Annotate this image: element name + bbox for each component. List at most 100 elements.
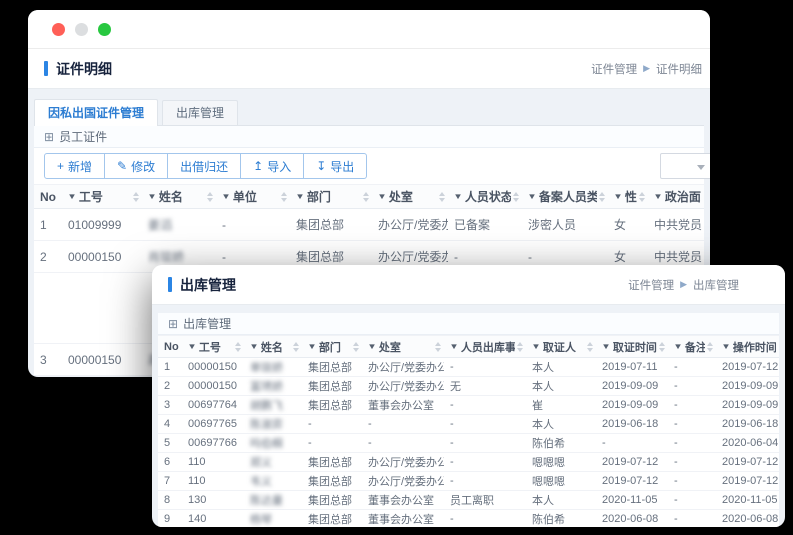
add-button[interactable]: + 新增 <box>44 153 106 179</box>
filter-icon[interactable]: ▼ <box>532 342 541 351</box>
sort-icon[interactable] <box>659 341 665 352</box>
column-header-danwei[interactable]: ▼ 单位 <box>216 184 290 209</box>
table-row[interactable]: 6110郑义集团总部办公厅/党委办公室-嗯嗯嗯2019-07-12-2019-0… <box>158 452 779 472</box>
cell-quzhengren: 本人 <box>526 357 596 377</box>
page-title-text: 证件明细 <box>56 60 112 77</box>
minimize-button[interactable] <box>75 22 88 36</box>
cell-chuku-shiyou: - <box>444 471 526 491</box>
cell-beizhu: - <box>668 357 716 377</box>
chevron-down-icon <box>697 165 705 170</box>
sort-icon[interactable] <box>133 191 139 202</box>
cell-no: 2 <box>34 240 62 273</box>
page-header: 出库管理 证件管理 ▶ 出库管理 <box>152 265 785 305</box>
page-size-select[interactable] <box>660 153 710 179</box>
filter-icon[interactable]: ▼ <box>654 192 663 201</box>
cell-caozuo-shijian: 2019-09-09 <box>716 376 779 396</box>
table-row[interactable]: 5 00697766 吗伯㭎 - - - 陈伯希 - -2020-06-04 <box>158 433 779 453</box>
cell-quzhengren: 陈伯希 <box>526 509 596 527</box>
sort-icon[interactable] <box>435 341 441 352</box>
sort-icon[interactable] <box>587 341 593 352</box>
page-title: 证件明细 <box>44 59 112 79</box>
cell-caozuo-shijian: 2019-07-12 <box>716 357 779 377</box>
sort-icon[interactable] <box>639 191 645 202</box>
sort-icon[interactable] <box>517 341 523 352</box>
column-header-chushi[interactable]: ▼ 处室 <box>372 184 448 209</box>
filter-icon[interactable]: ▼ <box>614 192 623 201</box>
column-header-bumen[interactable]: ▼ 部门 <box>302 335 362 358</box>
sort-icon[interactable] <box>513 191 519 202</box>
cell-chushi: 办公厅/党委办公室 <box>362 471 444 491</box>
table-row[interactable]: 9 140 杨琴 集团总部 董事会办公室 - 陈伯希 2020-06-08-2020-06-0… <box>158 509 779 527</box>
column-header-xingming[interactable]: ▼ 姓名 <box>244 335 302 358</box>
cell-xingming: 杨琴 <box>244 509 302 527</box>
column-header-gonghao[interactable]: ▼ 工号 <box>62 184 142 209</box>
export-button[interactable]: ↧ 导出 <box>303 153 368 179</box>
filter-icon[interactable]: ▼ <box>602 342 611 351</box>
breadcrumb-parent[interactable]: 证件管理 <box>591 61 637 77</box>
title-accent-bar <box>44 61 48 76</box>
edit-button[interactable]: ✎ 修改 <box>104 153 169 179</box>
tab-outbound-mgmt[interactable]: 出库管理 <box>162 100 239 125</box>
filter-icon[interactable]: ▼ <box>528 192 537 201</box>
table-row[interactable]: 7110韦义集团总部办公厅/党委办公室-嗯嗯嗯2019-07-12-2019-0… <box>158 471 779 491</box>
cell-no: 4 <box>158 414 182 434</box>
column-label: 单位 <box>232 190 257 204</box>
filter-icon[interactable]: ▼ <box>378 192 387 201</box>
sort-icon[interactable] <box>235 341 241 352</box>
cell-gonghao: 00000150 <box>62 343 142 376</box>
column-header-chushi[interactable]: ▼ 处室 <box>362 335 444 358</box>
column-header-zhengzhi-mianmao[interactable]: ▼政治面貌 <box>648 184 704 209</box>
column-header-xingbie[interactable]: ▼性别 <box>608 184 648 209</box>
filter-icon[interactable]: ▼ <box>250 342 259 351</box>
import-button[interactable]: ↥ 导入 <box>240 153 305 179</box>
column-header-chuku-shiyou[interactable]: ▼人员出库事由 <box>444 335 526 358</box>
table-row[interactable]: 4 00697765 陈淑弈 - - - 本人 2019-06-18-2019-06-18 <box>158 414 779 434</box>
sort-icon[interactable] <box>293 341 299 352</box>
zoom-button[interactable] <box>98 22 111 36</box>
sort-icon[interactable] <box>281 191 287 202</box>
lend-return-button[interactable]: 出借归还 <box>167 153 242 179</box>
table-row[interactable]: 100000150单琰娇集团总部办公厅/党委办公室-本人2019-07-11-2… <box>158 357 779 377</box>
filter-icon[interactable]: ▼ <box>674 342 683 351</box>
sort-icon[interactable] <box>207 191 213 202</box>
cell-chushi: 董事会办公室 <box>362 395 444 415</box>
cell-bumen: 集团总部 <box>302 376 362 396</box>
column-label: 姓名 <box>158 190 183 204</box>
column-header-renyuan-zhuangtai[interactable]: ▼ 人员状态 <box>448 184 522 209</box>
filter-icon[interactable]: ▼ <box>308 342 317 351</box>
tab-private-abroad-cert-mgmt[interactable]: 因私出国证件管理 <box>34 99 159 126</box>
content-card: ⊞ 出库管理 No▼工号▼姓名▼部门▼处室▼人员出库事由▼取证人▼取证时间▼备注… <box>158 313 779 527</box>
table-row[interactable]: 101009999姜滔-集团总部办公厅/党委办公室已备案涉密人员女中共党员 <box>34 208 704 241</box>
close-button[interactable] <box>52 22 65 36</box>
column-header-beizhu[interactable]: ▼ 备注 <box>668 335 716 358</box>
sort-icon[interactable] <box>439 191 445 202</box>
filter-icon[interactable]: ▼ <box>68 192 77 201</box>
filter-icon[interactable]: ▼ <box>454 192 463 201</box>
column-header-no: No <box>158 335 182 358</box>
sort-icon[interactable] <box>363 191 369 202</box>
page-title-text: 出库管理 <box>180 276 236 293</box>
filter-icon[interactable]: ▼ <box>296 192 305 201</box>
table-row[interactable]: 8 130 陈达曼 集团总部 董事会办公室 员工离职 本人 2020-11-05-2020-1… <box>158 490 779 510</box>
table-row[interactable]: 200000150冨琇娇集团总部办公厅/党委办公室无本人2019-09-09-2… <box>158 376 779 396</box>
filter-icon[interactable]: ▼ <box>222 192 231 201</box>
column-header-quzhengren[interactable]: ▼ 取证人 <box>526 335 596 358</box>
column-header-xingming[interactable]: ▼ 姓名 <box>142 184 216 209</box>
column-header-quzheng-shijian[interactable]: ▼ 取证时间 <box>596 335 668 358</box>
column-header-bumen[interactable]: ▼ 部门 <box>290 184 372 209</box>
filter-icon[interactable]: ▼ <box>368 342 377 351</box>
column-header-gonghao[interactable]: ▼ 工号 <box>182 335 244 358</box>
breadcrumb-current: 出库管理 <box>693 279 739 292</box>
filter-icon[interactable]: ▼ <box>188 342 197 351</box>
filter-icon[interactable]: ▼ <box>450 342 459 351</box>
table-row[interactable]: 3 00697764 胡鹏飞 集团总部 董事会办公室 - 崔 2019-09-09-2019-… <box>158 395 779 415</box>
cell-chuku-shiyou: - <box>444 357 526 377</box>
breadcrumb-parent[interactable]: 证件管理 <box>628 277 674 293</box>
sort-icon[interactable] <box>599 191 605 202</box>
sort-icon[interactable] <box>353 341 359 352</box>
column-header-beian-leibie[interactable]: ▼备案人员类别 <box>522 184 608 209</box>
filter-icon[interactable]: ▼ <box>722 342 731 351</box>
column-header-caozuo-shijian[interactable]: ▼ 操作时间 <box>716 335 779 358</box>
filter-icon[interactable]: ▼ <box>148 192 157 201</box>
sort-icon[interactable] <box>707 341 713 352</box>
